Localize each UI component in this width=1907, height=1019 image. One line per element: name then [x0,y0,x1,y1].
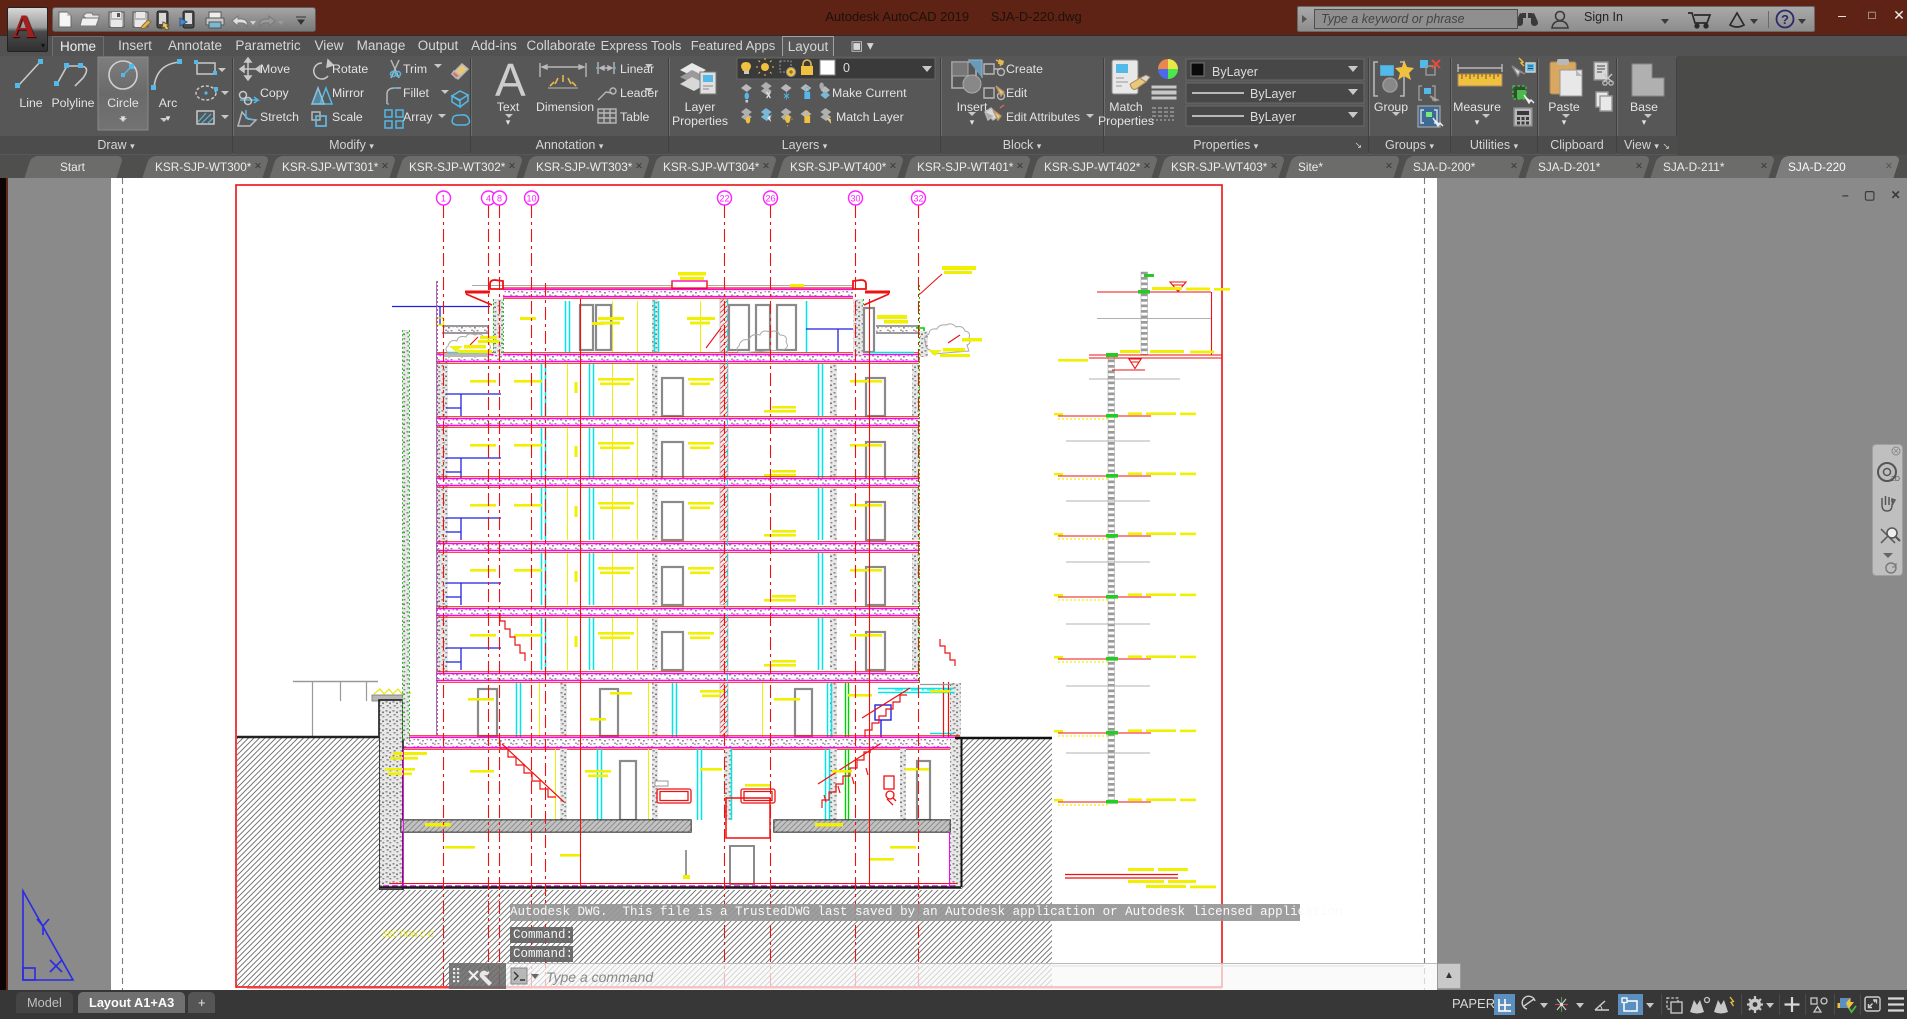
svg-text:10: 10 [526,194,536,204]
svg-text:SECTION C-C: SECTION C-C [382,930,434,939]
svg-text:22: 22 [719,194,729,204]
svg-text:?: ? [1781,12,1789,27]
svg-text:A: A [495,56,526,106]
svg-text:4: 4 [486,194,491,204]
svg-text:32: 32 [913,194,923,204]
svg-text:ByLayer: ByLayer [1250,87,1296,101]
svg-text:0: 0 [843,61,850,75]
svg-text:2D: 2D [1891,476,1900,483]
svg-text:8: 8 [497,194,502,204]
svg-text:ByLayer: ByLayer [1212,65,1258,79]
svg-text:ByLayer: ByLayer [1250,110,1296,124]
svg-text:30: 30 [850,194,860,204]
svg-text:26: 26 [765,194,775,204]
svg-text:1: 1 [441,194,446,204]
